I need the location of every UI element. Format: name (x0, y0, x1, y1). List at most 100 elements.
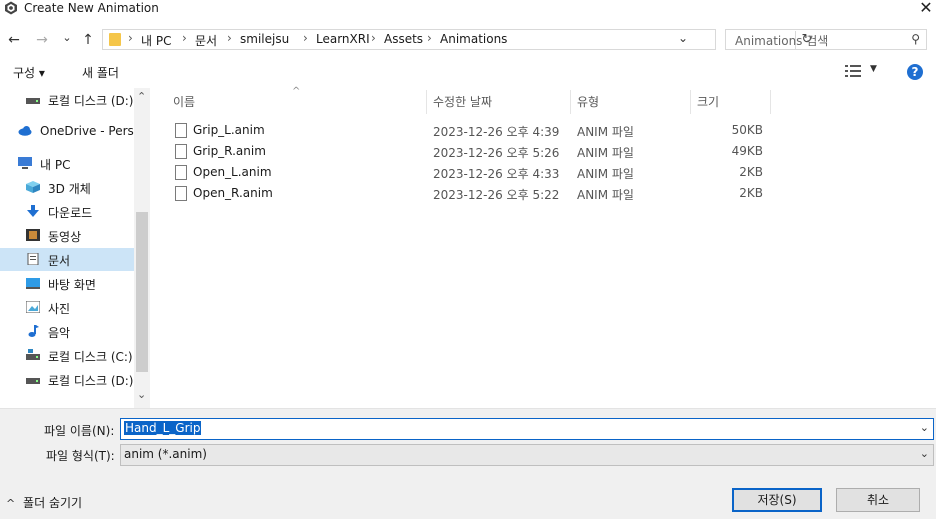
scroll-up-button[interactable]: ⌃ (137, 90, 146, 103)
hide-folders-toggle[interactable]: ^ 폴더 숨기기 (6, 494, 82, 511)
breadcrumb-separator: › (182, 31, 187, 45)
up-button[interactable]: ↑ (79, 31, 97, 49)
column-divider[interactable] (426, 90, 427, 114)
file-size: 2KB (739, 186, 763, 200)
sort-indicator-icon: ^ (292, 86, 301, 97)
nav-item-label: 다운로드 (48, 206, 93, 220)
column-header-type[interactable]: 유형 (577, 93, 599, 110)
folder-icon (109, 33, 121, 46)
drive-icon (26, 378, 40, 384)
nav-item-label: 내 PC (40, 158, 71, 172)
cancel-button[interactable]: 취소 (836, 488, 920, 512)
nav-item-label: 3D 개체 (48, 182, 91, 196)
desktop-icon (26, 278, 40, 289)
film-icon (26, 229, 40, 241)
breadcrumb-this-pc[interactable]: 내 PC (141, 32, 171, 49)
column-divider[interactable] (770, 90, 771, 114)
filetype-select[interactable]: anim (*.anim) ⌄ (120, 444, 934, 466)
file-row[interactable]: Open_R.anim 2023-12-26 오후 5:22 ANIM 파일 2… (168, 183, 768, 204)
view-options-icon[interactable] (845, 65, 861, 77)
search-icon: ⚲ (911, 32, 920, 46)
nav-item-documents[interactable]: 문서 (0, 248, 134, 271)
file-date: 2023-12-26 오후 4:39 (433, 125, 560, 139)
column-header-size[interactable]: 크기 (697, 93, 719, 110)
nav-item-label: 바탕 화면 (48, 278, 96, 292)
nav-item-local-disk-d-2[interactable]: 로컬 디스크 (D:) (0, 368, 134, 391)
new-folder-button[interactable]: 새 폴더 (82, 64, 119, 81)
file-name: Open_L.anim (193, 165, 272, 179)
file-row[interactable]: Grip_L.anim 2023-12-26 오후 4:39 ANIM 파일 5… (168, 120, 768, 141)
breadcrumb-separator: › (427, 31, 432, 45)
nav-item-onedrive[interactable]: OneDrive - Person (0, 120, 149, 143)
breadcrumb-animations[interactable]: Animations (440, 32, 507, 46)
breadcrumb-smilejsu[interactable]: smilejsu (240, 32, 289, 46)
filetype-dropdown-button[interactable]: ⌄ (920, 447, 929, 460)
nav-item-label: 문서 (48, 254, 71, 268)
view-dropdown-button[interactable]: ▼ (870, 64, 877, 74)
save-button[interactable]: 저장(S) (732, 488, 822, 512)
breadcrumb-separator: › (227, 31, 232, 45)
filename-value[interactable]: Hand_L_Grip (124, 421, 202, 435)
column-header-date[interactable]: 수정한 날짜 (433, 93, 492, 110)
column-divider[interactable] (570, 90, 571, 114)
nav-item-pictures[interactable]: 사진 (0, 296, 134, 319)
file-size: 49KB (731, 144, 763, 158)
file-date: 2023-12-26 오후 5:22 (433, 188, 560, 202)
nav-item-label: 음악 (48, 326, 71, 340)
file-name: Grip_R.anim (193, 144, 266, 158)
nav-item-downloads[interactable]: 다운로드 (0, 200, 134, 223)
help-button[interactable]: ? (907, 64, 923, 80)
nav-item-this-pc[interactable]: 내 PC (0, 152, 134, 175)
nav-item-local-disk-d[interactable]: 로컬 디스크 (D:) (0, 88, 134, 111)
file-type: ANIM 파일 (577, 188, 634, 202)
nav-item-desktop[interactable]: 바탕 화면 (0, 272, 134, 295)
breadcrumb-separator: › (128, 31, 133, 45)
file-icon (175, 144, 187, 159)
search-input[interactable]: Animations 검색 (735, 32, 828, 49)
search-box[interactable]: Animations 검색 ⚲ (725, 29, 927, 50)
scroll-down-button[interactable]: ⌄ (137, 388, 146, 401)
recent-locations-button[interactable]: ⌄ (58, 29, 76, 47)
filename-label: 파일 이름(N): (44, 424, 115, 438)
nav-item-music[interactable]: 음악 (0, 320, 134, 343)
column-divider[interactable] (690, 90, 691, 114)
breadcrumb-documents[interactable]: 문서 (195, 32, 217, 49)
back-button[interactable]: ← (5, 31, 23, 49)
file-type: ANIM 파일 (577, 125, 634, 139)
nav-item-local-disk-c[interactable]: 로컬 디스크 (C:) (0, 344, 134, 367)
file-type: ANIM 파일 (577, 146, 634, 160)
close-button[interactable]: ✕ (916, 0, 936, 16)
picture-icon (26, 301, 40, 313)
file-type: ANIM 파일 (577, 167, 634, 181)
unity-app-icon (5, 1, 17, 15)
hide-folders-label: 폴더 숨기기 (23, 496, 83, 510)
filename-dropdown-button[interactable]: ⌄ (920, 421, 929, 434)
nav-scrollbar-thumb[interactable] (136, 212, 148, 372)
breadcrumb-assets[interactable]: Assets (384, 32, 423, 46)
file-row[interactable]: Open_L.anim 2023-12-26 오후 4:33 ANIM 파일 2… (168, 162, 768, 183)
organize-menu-button[interactable]: 구성 ▾ (13, 64, 45, 81)
column-header-name[interactable]: 이름 (173, 93, 195, 110)
file-name: Open_R.anim (193, 186, 273, 200)
file-row[interactable]: Grip_R.anim 2023-12-26 오후 5:26 ANIM 파일 4… (168, 141, 768, 162)
title-bar: Create New Animation ✕ (0, 0, 936, 18)
drive-icon (26, 98, 40, 104)
nav-item-label: 로컬 디스크 (D:) (48, 94, 134, 108)
address-dropdown-button[interactable]: ⌄ (678, 31, 688, 45)
breadcrumb-separator: › (303, 31, 308, 45)
filetype-value: anim (*.anim) (124, 447, 207, 461)
pc-icon (18, 157, 32, 169)
nav-item-videos[interactable]: 동영상 (0, 224, 134, 247)
file-date: 2023-12-26 오후 5:26 (433, 146, 560, 160)
chevron-up-icon: ^ (6, 497, 16, 510)
file-icon (175, 123, 187, 138)
drive-icon (26, 349, 40, 360)
file-date: 2023-12-26 오후 4:33 (433, 167, 560, 181)
filename-input[interactable]: Hand_L_Grip ⌄ (120, 418, 934, 440)
nav-item-3d-objects[interactable]: 3D 개체 (0, 176, 134, 199)
navigation-pane: 로컬 디스크 (D:) OneDrive - Person 내 PC 3D 개체… (0, 88, 150, 408)
address-bar[interactable]: › 내 PC › 문서 › smilejsu › LearnXRI › Asse… (102, 29, 812, 50)
nav-item-label: 로컬 디스크 (C:) (48, 350, 133, 364)
breadcrumb-learnxri[interactable]: LearnXRI (316, 32, 370, 46)
forward-button[interactable]: → (33, 31, 51, 49)
